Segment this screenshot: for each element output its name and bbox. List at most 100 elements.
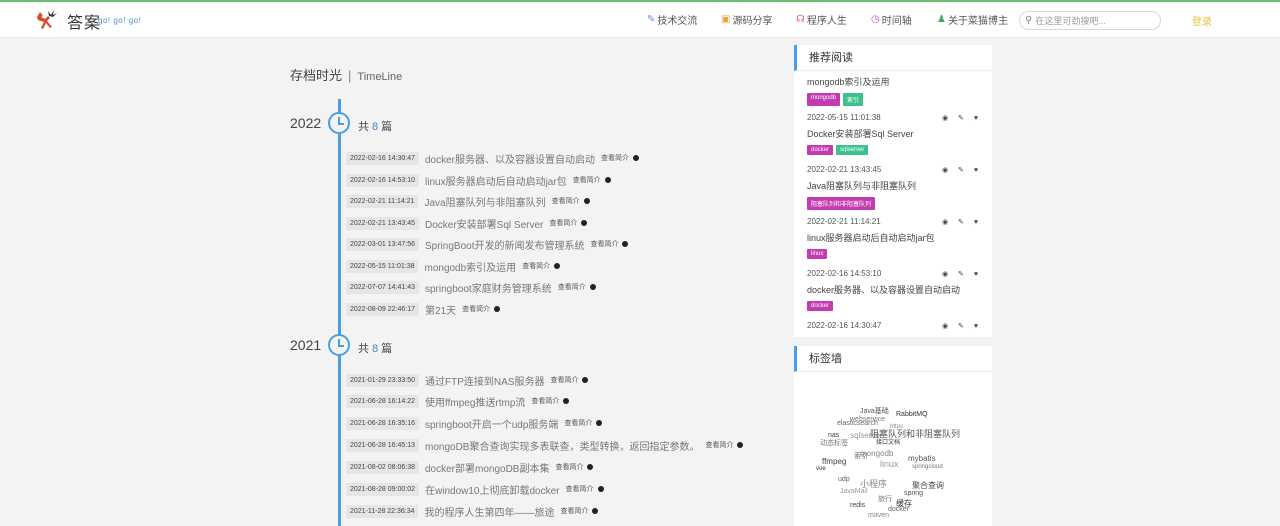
tag-cloud-word[interactable]: JavaMail <box>840 488 868 495</box>
entry-title-link[interactable]: springboot家庭财务管理系统 <box>425 280 552 295</box>
tag-cloud-word[interactable]: 接口文档 <box>876 440 900 446</box>
view-summary-link[interactable]: 查看简介 <box>705 440 733 450</box>
tag-cloud-word[interactable]: maven <box>868 512 889 519</box>
view-edit-like-icons[interactable]: ◉ ✎ ♥ <box>942 166 982 174</box>
expand-dot-icon[interactable] <box>583 198 590 204</box>
view-summary-link[interactable]: 查看简介 <box>555 462 583 472</box>
entry-title-link[interactable]: docker部署mongoDB副本集 <box>425 460 549 475</box>
tag-cloud-word[interactable]: 阻塞队列和非阻塞队列 <box>870 430 960 439</box>
recommend-title-link[interactable]: Docker安装部署Sql Server <box>807 127 987 140</box>
expand-dot-icon[interactable] <box>737 442 744 448</box>
title-separator: | <box>348 68 352 83</box>
nav-source[interactable]: ▣ 源码分享 <box>721 12 772 27</box>
recommend-title-link[interactable]: linux服务器启动后自动启动jar包 <box>807 231 987 244</box>
view-summary-link[interactable]: 查看简介 <box>558 282 586 292</box>
expand-dot-icon[interactable] <box>581 220 588 226</box>
tag-list: docker sqlserver <box>807 145 987 155</box>
tag-cloud-word[interactable]: nas <box>828 432 839 439</box>
recommend-title-link[interactable]: mongodb索引及运用 <box>807 75 987 88</box>
expand-dot-icon[interactable] <box>604 177 611 183</box>
tag-cloud-word[interactable]: 聚合查询 <box>912 482 944 490</box>
view-summary-link[interactable]: 查看简介 <box>590 239 618 249</box>
expand-dot-icon[interactable] <box>622 241 629 247</box>
entry-title-link[interactable]: SpringBoot开发的新闻发布管理系统 <box>425 237 584 252</box>
tag-cloud-word[interactable]: redis <box>850 502 865 509</box>
tag-cloud-word[interactable]: ffmpeg <box>822 458 846 466</box>
search-icon[interactable]: ⚲ <box>1025 15 1032 26</box>
expand-dot-icon[interactable] <box>597 486 604 492</box>
tag-badge[interactable]: 阻塞队列和非阻塞队列 <box>807 197 876 210</box>
entry-title-link[interactable]: springboot开启一个udp服务端 <box>425 416 558 431</box>
entry-title-link[interactable]: Java阻塞队列与非阻塞队列 <box>424 194 545 209</box>
view-summary-link[interactable]: 查看简介 <box>573 175 601 185</box>
view-summary-link[interactable]: 查看简介 <box>531 396 559 406</box>
view-summary-link[interactable]: 查看简介 <box>601 153 629 163</box>
view-edit-like-icons[interactable]: ◉ ✎ ♥ <box>942 322 982 330</box>
expand-dot-icon[interactable] <box>633 155 640 161</box>
view-edit-like-icons[interactable]: ◉ ✎ ♥ <box>942 218 982 226</box>
logo-subtitle: go! go! go! <box>98 16 142 25</box>
entry-title-link[interactable]: 我的程序人生第四年——旅途 <box>424 504 554 519</box>
expand-dot-icon[interactable] <box>554 263 561 269</box>
view-summary-link[interactable]: 查看简介 <box>522 261 550 271</box>
view-summary-link[interactable]: 查看简介 <box>552 196 580 206</box>
tag-cloud-word[interactable]: vue <box>816 466 826 472</box>
expand-dot-icon[interactable] <box>592 508 599 514</box>
view-summary-link[interactable]: 查看简介 <box>462 304 490 314</box>
view-summary-link[interactable]: 查看简介 <box>564 418 592 428</box>
recommend-title-link[interactable]: Java阻塞队列与非阻塞队列 <box>807 179 987 192</box>
tag-cloud-word[interactable]: 旅行 <box>878 496 892 503</box>
recommend-title-link[interactable]: docker服务器、以及容器设置自动启动 <box>807 283 987 296</box>
tag-cloud-word[interactable]: 动态标签 <box>820 440 848 447</box>
expand-dot-icon[interactable] <box>596 420 603 426</box>
entry-title-link[interactable]: docker服务器、以及容器设置自动启动 <box>425 151 595 166</box>
entry-date: 2022-08-09 22:46:17 <box>346 302 419 316</box>
tag-cloud-word[interactable]: udp <box>838 476 850 483</box>
view-edit-like-icons[interactable]: ◉ ✎ ♥ <box>942 114 982 122</box>
tag-badge[interactable]: mongodb <box>807 93 841 106</box>
view-summary-link[interactable]: 查看简介 <box>566 484 594 494</box>
deer-logo-icon[interactable] <box>34 7 60 33</box>
nav-life[interactable]: ☊ 程序人生 <box>796 12 847 27</box>
tag-cloud-word[interactable]: elasticsearch <box>837 420 878 427</box>
nav-tech[interactable]: ✎ 技术交流 <box>647 12 697 27</box>
entry-title-link[interactable]: mongodb索引及运用 <box>424 259 516 274</box>
entry-title-link[interactable]: 第21天 <box>425 302 456 317</box>
tag-badge[interactable]: docker <box>807 145 834 155</box>
nav-timeline[interactable]: ◷ 时间轴 <box>871 12 912 27</box>
tag-badge[interactable]: sqlserver <box>836 145 869 155</box>
expand-dot-icon[interactable] <box>582 377 589 383</box>
entry-title-link[interactable]: linux服务器启动后自动启动jar包 <box>425 173 567 188</box>
entry-title-link[interactable]: mongoDB聚合查询实现多表联查，类型转换，返回指定参数。 <box>425 438 699 453</box>
entry-title-link[interactable]: 在window10上彻底卸载docker <box>425 482 560 497</box>
recommend-meta: 2022-02-21 13:43:45 ◉ ✎ ♥ <box>807 165 982 174</box>
view-summary-link[interactable]: 查看简介 <box>549 218 577 228</box>
tag-cloud-word[interactable]: RabbitMQ <box>896 411 928 418</box>
view-summary-link[interactable]: 查看简介 <box>560 506 588 516</box>
expand-dot-icon[interactable] <box>587 464 594 470</box>
tag-cloud-word[interactable]: Java基础 <box>860 408 889 415</box>
view-edit-like-icons[interactable]: ◉ ✎ ♥ <box>942 270 982 278</box>
entry-date: 2021-08-02 08:06:38 <box>346 460 419 474</box>
tag-cloud-word[interactable]: mybatis <box>908 455 936 463</box>
recommend-meta: 2022-05-15 11:01:38 ◉ ✎ ♥ <box>807 113 982 122</box>
tag-badge[interactable]: linux <box>807 249 828 259</box>
expand-dot-icon[interactable] <box>589 284 596 290</box>
nav-about[interactable]: ♟ 关于菜猫博主 <box>937 12 1008 27</box>
entry-title-link[interactable]: 通过FTP连接到NAS服务器 <box>425 373 544 388</box>
expand-dot-icon[interactable] <box>563 398 570 404</box>
expand-dot-icon[interactable] <box>494 306 501 312</box>
view-summary-link[interactable]: 查看简介 <box>550 375 578 385</box>
search-input[interactable] <box>1035 15 1148 26</box>
logo-text[interactable]: 答案 <box>67 9 101 33</box>
entry-title-link[interactable]: Docker安装部署Sql Server <box>425 216 543 231</box>
tag-cloud-word[interactable]: springcloud <box>912 464 943 470</box>
login-link[interactable]: 登录 <box>1192 13 1212 28</box>
tag-cloud-word[interactable]: spring <box>904 490 923 497</box>
tag-cloud-word[interactable]: docker <box>888 506 909 513</box>
tag-cloud-word[interactable]: linux <box>880 460 899 469</box>
tag-cloud-word[interactable]: mongodb <box>860 450 893 458</box>
entry-title-link[interactable]: 使用ffmpeg推送rtmp流 <box>425 394 525 409</box>
tag-badge[interactable]: 索引 <box>843 93 864 106</box>
tag-badge[interactable]: docker <box>807 301 834 311</box>
